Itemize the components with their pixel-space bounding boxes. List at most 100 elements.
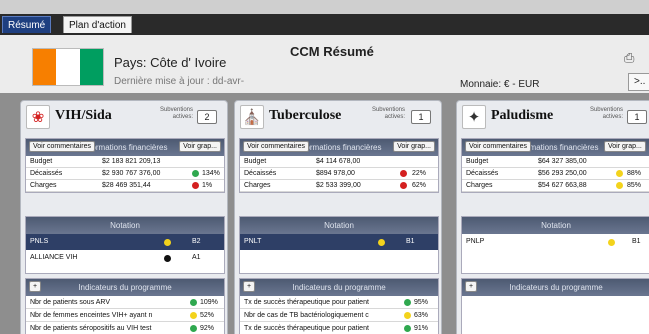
row-label: Charges xyxy=(244,182,271,189)
page-title: CCM Résumé xyxy=(290,44,374,59)
indicators-section: Indicateurs du programme + Nbr de patien… xyxy=(25,278,225,334)
tab-plan-action[interactable]: Plan d'action xyxy=(63,16,132,33)
subsidies-label-line1: Subventions xyxy=(589,107,623,113)
row-label: Décaissés xyxy=(30,170,63,177)
subsidies-label-line1: Subventions xyxy=(159,107,193,113)
subsidies-count: 2 xyxy=(197,110,217,124)
indicator-row: Tx de succès thérapeutique pour patient … xyxy=(240,296,438,309)
finance-section: Informations financières Voir commentair… xyxy=(461,138,649,193)
row-percent: 85% xyxy=(627,182,642,189)
finance-header: Informations financières Voir commentair… xyxy=(462,139,649,156)
panel-header: ⛪ Tuberculose Subventions actives: 1 xyxy=(235,101,441,135)
finance-row-charges: Charges $54 627 663,88 85% xyxy=(462,180,649,192)
last-updated: Dernière mise à jour : dd-avr- xyxy=(114,76,245,87)
finance-section: Informations financières Voir commentair… xyxy=(239,138,439,193)
flag-stripe-green xyxy=(79,49,103,85)
indicator-percent: 63% xyxy=(414,312,429,319)
graph-button[interactable]: Voir grap... xyxy=(179,141,221,152)
add-indicator-button[interactable]: + xyxy=(243,281,256,292)
panel-header: ✦ Paludisme Subventions actives: 1 xyxy=(457,101,649,135)
row-percent: 62% xyxy=(412,182,427,189)
country-flag xyxy=(32,48,104,86)
notation-header: Notation xyxy=(462,217,649,234)
row-percent: 22% xyxy=(412,170,427,177)
disease-panel-tuberculose: ⛪ Tuberculose Subventions actives: 1 Inf… xyxy=(234,100,442,334)
hospital-icon: ⛪ xyxy=(240,105,264,129)
add-indicator-button[interactable]: + xyxy=(465,281,478,292)
row-label: Charges xyxy=(466,182,493,189)
status-indicator xyxy=(378,239,385,246)
row-value: $894 978,00 xyxy=(316,170,355,177)
row-label: Décaissés xyxy=(244,170,277,177)
status-indicator xyxy=(164,239,171,246)
indicator-percent: 109% xyxy=(200,299,218,306)
subsidies-label-line2: actives: xyxy=(172,114,193,120)
indicators-section: Indicateurs du programme + xyxy=(461,278,649,334)
mosquito-icon: ✦ xyxy=(462,105,486,129)
indicator-label: Tx de succès thérapeutique pour patient xyxy=(244,299,369,306)
row-label: Budget xyxy=(30,158,53,165)
notation-section: Notation PNLP B1 xyxy=(461,216,649,274)
subsidies-label-line2: actives: xyxy=(602,114,623,120)
subsidies-label: Subventions actives: xyxy=(363,107,405,121)
status-indicator xyxy=(616,170,623,177)
comments-button[interactable]: Voir commentaires xyxy=(243,141,309,152)
status-indicator xyxy=(192,170,199,177)
subsidies-count: 1 xyxy=(627,110,647,124)
row-value: $56 293 250,00 xyxy=(538,170,587,177)
indicator-percent: 91% xyxy=(414,325,429,332)
finance-title: Informations financières xyxy=(82,143,168,152)
comments-button[interactable]: Voir commentaires xyxy=(465,141,531,152)
graph-button[interactable]: Voir grap... xyxy=(604,141,646,152)
row-label: Budget xyxy=(244,158,267,165)
finance-row-budget: Budget $64 327 385,00 xyxy=(462,156,649,168)
notation-header: Notation xyxy=(240,217,438,234)
indicator-row: Nbr de femmes enceintes VIH+ ayant n 52% xyxy=(26,309,224,322)
indicator-row: Nbr de patients séropositifs au VIH test… xyxy=(26,322,224,334)
finance-title: Informations financières xyxy=(296,143,382,152)
indicators-header: Indicateurs du programme + xyxy=(26,279,224,296)
row-value: $64 327 385,00 xyxy=(538,158,587,165)
comments-button[interactable]: Voir commentaires xyxy=(29,141,95,152)
printer-icon[interactable]: ⎙ xyxy=(624,51,638,65)
add-indicator-button[interactable]: + xyxy=(29,281,42,292)
indicator-label: Tx de succès thérapeutique pour patient xyxy=(244,325,369,332)
indicator-label: Nbr de femmes enceintes VIH+ ayant n xyxy=(30,312,153,319)
notation-title: Notation xyxy=(541,221,571,230)
row-label: Décaissés xyxy=(466,170,499,177)
finance-header: Informations financières Voir commentair… xyxy=(240,139,438,156)
rating-row[interactable]: PNLT B1 xyxy=(240,234,438,250)
notation-header: Notation xyxy=(26,217,224,234)
subsidies-count: 1 xyxy=(411,110,431,124)
finance-row-charges: Charges $28 469 351,44 1% xyxy=(26,180,224,192)
status-indicator xyxy=(400,170,407,177)
subsidies-label: Subventions actives: xyxy=(581,107,623,121)
country-header: Pays: Côte d' Ivoire Dernière mise à jou… xyxy=(0,33,649,93)
status-indicator xyxy=(190,312,197,319)
indicators-section: Indicateurs du programme + Tx de succès … xyxy=(239,278,439,334)
status-indicator xyxy=(400,182,407,189)
row-label: Budget xyxy=(466,158,489,165)
rating-row[interactable]: PNLP B1 xyxy=(462,234,649,250)
disease-panel-vih: ❀ VIH/Sida Subventions actives: 2 Inform… xyxy=(20,100,228,334)
status-indicator xyxy=(404,325,411,332)
indicators-title: Indicateurs du programme xyxy=(509,283,603,292)
rating-row[interactable]: PNLS B2 xyxy=(26,234,224,250)
row-percent: 134% xyxy=(202,170,220,177)
rating-row[interactable]: ALLIANCE VIH A1 xyxy=(26,250,224,266)
indicator-row: Tx de succès thérapeutique pour patient … xyxy=(240,322,438,334)
subsidies-label-line1: Subventions xyxy=(371,107,405,113)
rating-label: PNLS xyxy=(30,238,49,245)
graph-button[interactable]: Voir grap... xyxy=(393,141,435,152)
notation-section: Notation PNLS B2 ALLIANCE VIH A1 xyxy=(25,216,225,274)
disease-panel-paludisme: ✦ Paludisme Subventions actives: 1 Infor… xyxy=(456,100,649,334)
rating-label: PNLT xyxy=(244,238,262,245)
tab-resume[interactable]: Résumé xyxy=(2,16,52,33)
more-button[interactable]: >.. xyxy=(628,73,649,91)
finance-row-budget: Budget $2 183 821 209,13 xyxy=(26,156,224,168)
rating-grade: B2 xyxy=(192,238,201,245)
indicator-percent: 52% xyxy=(200,312,215,319)
flag-stripe-orange xyxy=(33,49,57,85)
row-label: Charges xyxy=(30,182,57,189)
indicator-percent: 92% xyxy=(200,325,215,332)
